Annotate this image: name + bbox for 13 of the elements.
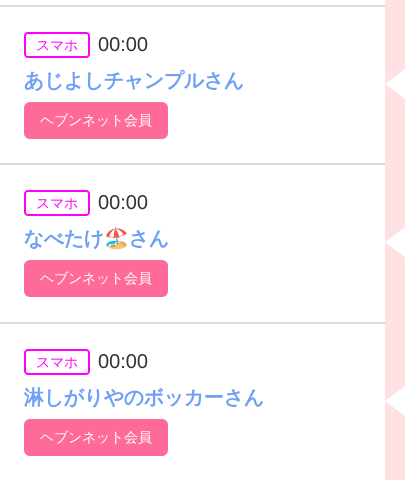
time-text: 00:00 [98,33,148,58]
time-text: 00:00 [98,350,148,375]
member-badge: ヘブンネット会員 [24,260,168,298]
member-card[interactable]: スマホ 00:00 あじよしチャンプルさん ヘブンネット会員 [0,5,385,164]
device-tag: スマホ [24,190,90,216]
device-tag: スマホ [24,32,90,58]
pointer-icon [385,227,405,258]
member-badge: ヘブンネット会員 [24,418,168,456]
device-tag: スマホ [24,348,90,375]
pointer-icon [385,386,405,416]
pointer-icon [385,69,405,100]
member-badge: ヘブンネット会員 [24,102,168,139]
time-text: 00:00 [98,191,148,216]
